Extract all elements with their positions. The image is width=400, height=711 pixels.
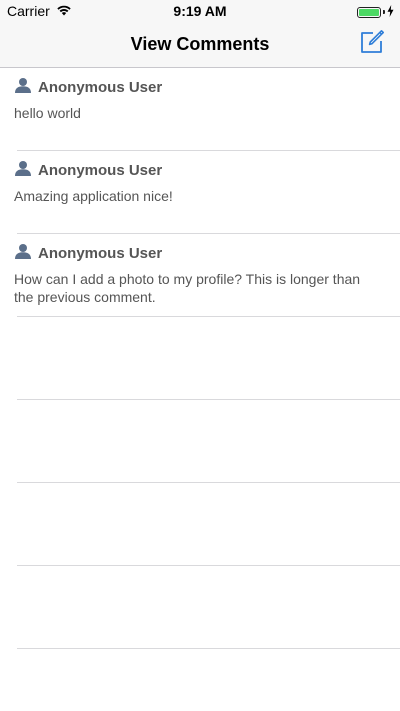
comments-list: Anonymous User hello world Anonymous Use… — [0, 68, 400, 649]
empty-row — [0, 566, 400, 649]
comment-row[interactable]: Anonymous User How can I add a photo to … — [0, 234, 400, 317]
empty-row — [0, 400, 400, 483]
battery-indicator — [357, 4, 394, 20]
battery-icon — [357, 6, 381, 18]
comment-header: Anonymous User — [14, 77, 162, 98]
status-bar: Carrier 9:19 AM — [0, 0, 400, 22]
comment-text: hello world — [14, 105, 81, 121]
user-avatar-icon — [14, 77, 32, 98]
empty-row — [0, 317, 400, 400]
battery-fill — [359, 8, 379, 16]
page-title: View Comments — [130, 34, 270, 54]
charging-bolt-icon — [387, 4, 394, 20]
user-avatar-icon — [14, 243, 32, 264]
user-avatar-icon — [14, 160, 32, 181]
comment-author: Anonymous User — [38, 79, 163, 96]
comment-text: How can I add a photo to my profile? Thi… — [14, 271, 361, 305]
comment-header: Anonymous User — [14, 160, 162, 181]
comment-author: Anonymous User — [38, 245, 163, 262]
compose-button[interactable] — [358, 29, 386, 60]
compose-icon — [359, 29, 385, 60]
comment-row[interactable]: Anonymous User Amazing application nice! — [0, 151, 400, 234]
comment-row[interactable]: Anonymous User hello world — [0, 68, 400, 151]
empty-row — [0, 483, 400, 566]
comment-header: Anonymous User — [14, 243, 162, 264]
status-time: 9:19 AM — [173, 3, 227, 19]
comment-text: Amazing application nice! — [14, 188, 173, 204]
row-separator — [17, 648, 400, 649]
navigation-bar: View Comments — [0, 22, 400, 68]
comment-author: Anonymous User — [38, 162, 163, 179]
battery-tip — [383, 10, 385, 14]
